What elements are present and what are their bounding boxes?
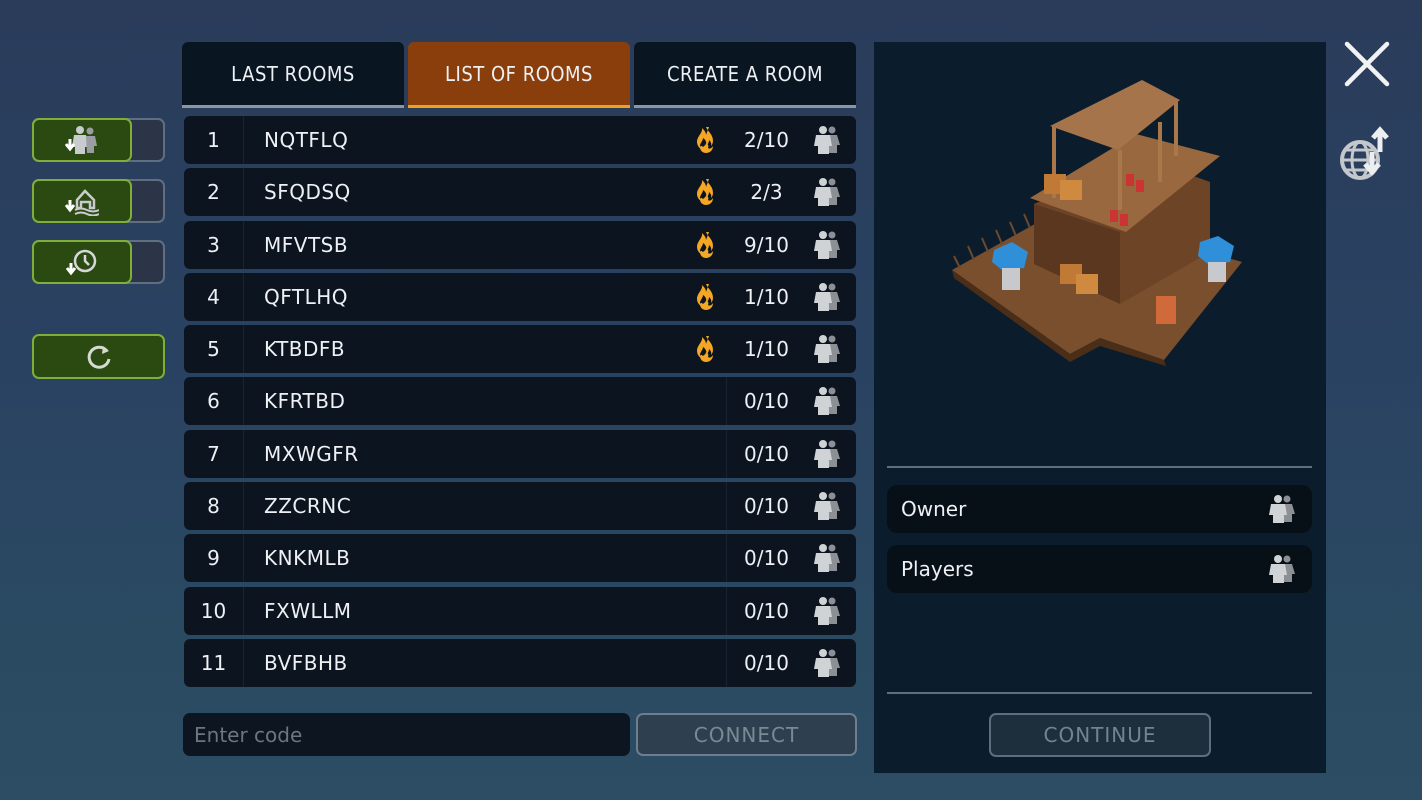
toggle-knob	[32, 240, 132, 284]
download-players-icon	[65, 126, 97, 154]
players-icon	[806, 177, 856, 207]
fire-icon	[697, 231, 713, 258]
connect-button[interactable]: CONNECT	[636, 713, 857, 756]
players-label: Players	[901, 557, 974, 581]
room-code: KTBDFB	[264, 337, 346, 362]
room-row[interactable]: 2 SFQDSQ 2/3	[184, 168, 856, 217]
room-index: 7	[184, 429, 244, 478]
room-row[interactable]: 6 KFRTBD 0/10	[184, 377, 856, 426]
room-code: BVFBHB	[264, 650, 348, 675]
players-icon	[1269, 555, 1295, 583]
room-player-count: 0/10	[726, 377, 806, 426]
fire-icon	[697, 336, 713, 363]
download-house-icon	[65, 189, 99, 216]
raft-preview-image	[952, 80, 1242, 366]
toggle-knob	[32, 179, 132, 223]
fire-icon	[697, 179, 713, 206]
room-player-count: 1/10	[744, 284, 789, 309]
players-icon	[806, 334, 856, 364]
close-button[interactable]	[1343, 40, 1391, 88]
refresh-button[interactable]	[32, 334, 165, 379]
room-tabs: LAST ROOMS LIST OF ROOMS CREATE A ROOM	[182, 42, 856, 108]
players-icon	[806, 543, 856, 573]
players-icon	[806, 596, 856, 626]
toggle-download-players[interactable]	[32, 118, 165, 162]
room-row[interactable]: 7 MXWGFR 0/10	[184, 429, 856, 478]
panel-divider	[887, 692, 1312, 694]
players-icon	[806, 491, 856, 521]
room-code: NQTFLQ	[264, 128, 349, 152]
room-index: 1	[184, 116, 244, 164]
players-row: Players	[887, 545, 1312, 593]
room-code: MFVTSB	[264, 232, 349, 257]
room-row[interactable]: 10 FXWLLM 0/10	[184, 586, 856, 635]
room-code: MXWGFR	[264, 441, 359, 466]
room-player-count: 0/10	[726, 638, 806, 687]
room-index: 9	[184, 534, 244, 583]
room-details-panel: Owner Players CONTINUE	[874, 42, 1326, 773]
room-player-count: 0/10	[726, 429, 806, 478]
room-player-count: 0/10	[726, 586, 806, 635]
toggle-download-house[interactable]	[32, 179, 165, 223]
players-icon	[806, 439, 856, 469]
room-list: 1 NQTFLQ 2/10 2 SFQDSQ 2/3 3 MFVTSB 9/10	[184, 116, 856, 691]
toggle-download-history[interactable]	[32, 240, 165, 284]
players-icon	[806, 386, 856, 416]
players-icon	[806, 125, 856, 155]
room-code-input[interactable]	[183, 713, 630, 756]
close-icon	[1344, 41, 1390, 87]
players-icon	[806, 282, 856, 312]
toggle-knob	[32, 118, 132, 162]
room-index: 3	[184, 220, 244, 269]
room-player-count: 0/10	[726, 482, 806, 531]
room-code: FXWLLM	[264, 598, 352, 623]
room-index: 11	[184, 638, 244, 687]
fire-slot	[686, 177, 726, 207]
room-index: 2	[184, 168, 244, 217]
room-index: 4	[184, 272, 244, 321]
room-row[interactable]: 5 KTBDFB 1/10	[184, 325, 856, 374]
network-globe-icon	[1340, 126, 1389, 180]
download-history-icon	[65, 249, 97, 276]
room-row[interactable]: 1 NQTFLQ 2/10	[184, 116, 856, 164]
fire-slot	[686, 282, 726, 312]
fire-slot	[686, 125, 726, 155]
room-row[interactable]: 8 ZZCRNC 0/10	[184, 482, 856, 531]
owner-label: Owner	[901, 497, 967, 521]
room-index: 6	[184, 377, 244, 426]
continue-button[interactable]: CONTINUE	[989, 713, 1211, 757]
room-row[interactable]: 11 BVFBHB 0/10	[184, 638, 856, 687]
fire-icon	[697, 127, 713, 153]
room-code: SFQDSQ	[264, 180, 351, 205]
room-code: ZZCRNC	[264, 494, 352, 519]
tab-last-rooms[interactable]: LAST ROOMS	[182, 42, 404, 108]
panel-divider	[887, 466, 1312, 468]
room-row[interactable]: 4 QFTLHQ 1/10	[184, 272, 856, 321]
fire-icon	[697, 283, 713, 310]
room-player-count: 1/10	[744, 337, 789, 362]
room-code: KFRTBD	[264, 389, 346, 414]
room-code: QFTLHQ	[264, 284, 349, 309]
fire-slot	[686, 334, 726, 364]
room-row[interactable]: 3 MFVTSB 9/10	[184, 220, 856, 269]
room-index: 10	[184, 586, 244, 635]
players-icon	[806, 648, 856, 678]
tab-create-a-room[interactable]: CREATE A ROOM	[634, 42, 856, 108]
network-button[interactable]	[1336, 122, 1400, 186]
room-player-count: 9/10	[744, 232, 789, 257]
owner-row: Owner	[887, 485, 1312, 533]
room-row[interactable]: 9 KNKMLB 0/10	[184, 534, 856, 583]
room-player-count: 0/10	[726, 534, 806, 583]
room-player-count: 2/10	[744, 128, 789, 152]
tab-list-of-rooms[interactable]: LIST OF ROOMS	[408, 42, 630, 108]
players-icon	[806, 230, 856, 260]
fire-slot	[686, 230, 726, 260]
room-player-count: 2/3	[750, 180, 783, 205]
room-index: 8	[184, 482, 244, 531]
room-code: KNKMLB	[264, 546, 351, 571]
room-index: 5	[184, 325, 244, 374]
owner-icon	[1269, 495, 1295, 523]
refresh-icon	[87, 345, 110, 369]
